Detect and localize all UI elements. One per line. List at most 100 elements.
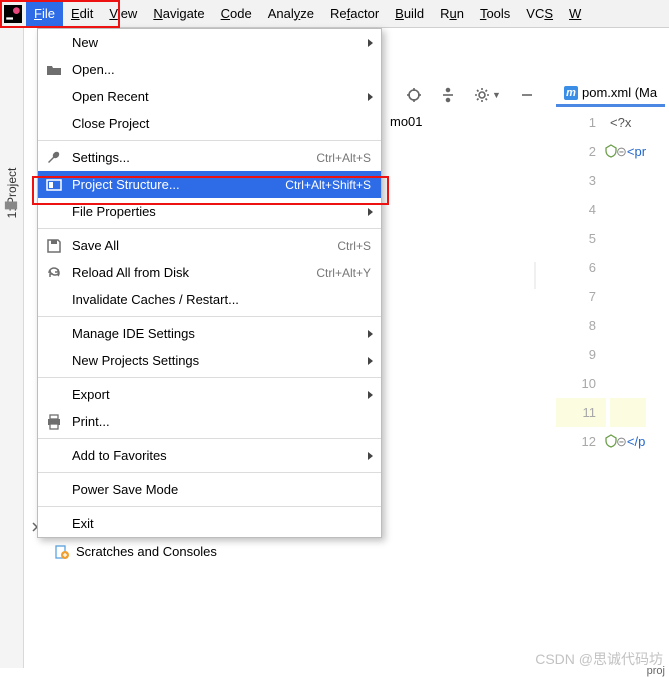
menu-file[interactable]: File	[26, 1, 63, 27]
menu-shortcut: Ctrl+S	[337, 239, 371, 253]
menu-item-new-projects-settings[interactable]: New Projects Settings	[38, 347, 381, 374]
line-number: 9	[556, 340, 606, 369]
line-number: 8	[556, 311, 606, 340]
menu-item-label: Add to Favorites	[72, 448, 371, 463]
line-number: 4	[556, 195, 606, 224]
menu-item-invalidate-caches-restart[interactable]: Invalidate Caches / Restart...	[38, 286, 381, 313]
gear-icon	[474, 87, 490, 103]
menu-item-settings[interactable]: Settings...Ctrl+Alt+S	[38, 144, 381, 171]
menu-view[interactable]: View	[101, 1, 145, 27]
code-line: ⊝<pr	[610, 137, 646, 166]
print-icon	[46, 414, 62, 430]
menu-item-label: Project Structure...	[72, 177, 285, 192]
line-number: 6	[556, 253, 606, 282]
menu-item-new[interactable]: New	[38, 29, 381, 56]
menu-shortcut: Ctrl+Alt+S	[316, 151, 371, 165]
menu-item-label: Open...	[72, 62, 371, 77]
menu-item-power-save-mode[interactable]: Power Save Mode	[38, 476, 381, 503]
line-number: 2	[556, 137, 606, 166]
maven-icon: m	[564, 86, 578, 100]
menu-item-print[interactable]: Print...	[38, 408, 381, 435]
line-number: 12	[556, 427, 606, 456]
submenu-arrow-icon	[368, 93, 373, 101]
blank-icon	[46, 448, 62, 464]
menu-item-project-structure[interactable]: Project Structure...Ctrl+Alt+Shift+S	[38, 171, 381, 198]
line-number: 1	[556, 108, 606, 137]
menu-analyze[interactable]: Analyze	[260, 1, 322, 27]
menu-code[interactable]: Code	[213, 1, 260, 27]
code-line: ⊝</p	[610, 427, 646, 456]
scratches-icon	[54, 545, 70, 559]
target-icon[interactable]	[406, 87, 422, 103]
code-line: <?x	[610, 108, 646, 137]
menu-item-label: New	[72, 35, 371, 50]
project-folder-icon	[4, 198, 18, 212]
blank-icon	[46, 35, 62, 51]
editor-gutter: 123456789101112	[556, 108, 606, 456]
menu-item-label: File Properties	[72, 204, 371, 219]
menu-item-add-to-favorites[interactable]: Add to Favorites	[38, 442, 381, 469]
blank-icon	[46, 292, 62, 308]
submenu-arrow-icon	[368, 208, 373, 216]
tab-pom-xml[interactable]: m pom.xml (Ma	[556, 81, 665, 107]
line-number: 10	[556, 369, 606, 398]
tree-label: Scratches and Consoles	[76, 544, 217, 559]
divide-icon[interactable]	[440, 87, 456, 103]
line-number: 11	[556, 398, 606, 427]
tree-scratches[interactable]: Scratches and Consoles	[30, 539, 330, 564]
submenu-arrow-icon	[368, 39, 373, 47]
proj-icon	[46, 177, 62, 193]
collapse-icon[interactable]	[519, 87, 535, 103]
menu-item-label: Open Recent	[72, 89, 371, 104]
line-number: 5	[556, 224, 606, 253]
watermark: CSDN @思诚代码坊	[535, 649, 663, 669]
project-name-fragment: mo01	[390, 114, 423, 129]
menu-shortcut: Ctrl+Alt+Shift+S	[285, 178, 371, 192]
menu-tools[interactable]: Tools	[472, 1, 518, 27]
line-number: 3	[556, 166, 606, 195]
menu-navigate[interactable]: Navigate	[145, 1, 212, 27]
menu-item-label: Invalidate Caches / Restart...	[72, 292, 371, 307]
blank-icon	[46, 482, 62, 498]
blank-icon	[46, 516, 62, 532]
menu-item-label: Settings...	[72, 150, 316, 165]
menu-item-label: Power Save Mode	[72, 482, 371, 497]
submenu-arrow-icon	[368, 452, 373, 460]
gear-dropdown[interactable]: ▼	[474, 87, 501, 103]
sidebar: 1: Project	[0, 28, 24, 668]
menu-w[interactable]: W	[561, 1, 589, 27]
menu-run[interactable]: Run	[432, 1, 472, 27]
menu-item-open-recent[interactable]: Open Recent	[38, 83, 381, 110]
menu-vcs[interactable]: VCS	[518, 1, 561, 27]
file-menu-popup: New Open... Open Recent Close Project Settin…	[37, 28, 382, 538]
menu-item-exit[interactable]: Exit	[38, 510, 381, 537]
menu-item-label: Exit	[72, 516, 371, 531]
open-icon	[46, 62, 62, 78]
menubar: FileEditViewNavigateCodeAnalyzeRefactorB…	[0, 0, 669, 28]
menu-build[interactable]: Build	[387, 1, 432, 27]
menu-item-save-all[interactable]: Save AllCtrl+S	[38, 232, 381, 259]
submenu-arrow-icon	[368, 391, 373, 399]
menu-item-label: Save All	[72, 238, 337, 253]
menu-item-export[interactable]: Export	[38, 381, 381, 408]
menu-item-close-project[interactable]: Close Project	[38, 110, 381, 137]
submenu-arrow-icon	[368, 357, 373, 365]
blank-icon	[46, 326, 62, 342]
blank-icon	[46, 353, 62, 369]
menu-item-reload-all-from-disk[interactable]: Reload All from DiskCtrl+Alt+Y	[38, 259, 381, 286]
line-number: 7	[556, 282, 606, 311]
wrench-icon	[46, 150, 62, 166]
menu-item-label: Close Project	[72, 116, 371, 131]
menu-item-open[interactable]: Open...	[38, 56, 381, 83]
menu-item-manage-ide-settings[interactable]: Manage IDE Settings	[38, 320, 381, 347]
menu-item-label: New Projects Settings	[72, 353, 371, 368]
menu-item-file-properties[interactable]: File Properties	[38, 198, 381, 225]
save-icon	[46, 238, 62, 254]
blank-icon	[46, 116, 62, 132]
project-toolbar: ▼	[406, 82, 535, 108]
editor-code[interactable]: <?x ⊝<pr ⊝</p	[610, 108, 646, 456]
menu-item-label: Print...	[72, 414, 371, 429]
app-icon	[4, 5, 22, 23]
menu-refactor[interactable]: Refactor	[322, 1, 387, 27]
menu-edit[interactable]: Edit	[63, 1, 101, 27]
